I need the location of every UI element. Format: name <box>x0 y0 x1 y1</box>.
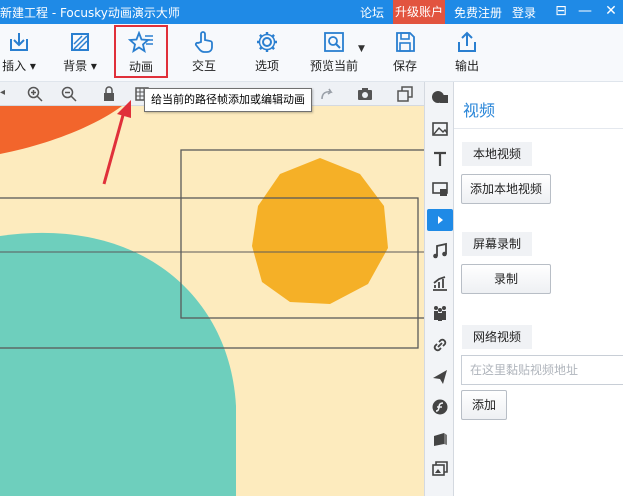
save-label: 保存 <box>392 59 417 73</box>
upgrade-account-button[interactable]: 升级账户 <box>393 0 445 24</box>
background-icon <box>71 33 89 51</box>
editing-canvas[interactable] <box>0 106 424 496</box>
options-label: 选项 <box>254 59 279 73</box>
panel-divider <box>454 128 623 129</box>
preview-dropdown-arrow-icon[interactable]: ▼ <box>358 44 365 54</box>
title-bar: 新建工程 - Focusky动画演示大师 论坛 升级账户 免费注册 登录 ⊟ —… <box>0 0 623 24</box>
video-url-input[interactable] <box>461 355 623 385</box>
insert-label: 插入 ▾ <box>2 59 36 73</box>
preview-current-button[interactable]: 预览当前 <box>303 30 365 76</box>
window-title: 新建工程 - Focusky动画演示大师 <box>0 6 180 20</box>
canvas-artwork <box>0 106 424 496</box>
save-icon <box>396 32 415 52</box>
animation-button[interactable]: 动画 <box>114 25 168 78</box>
export-icon <box>458 31 476 52</box>
flash-icon[interactable] <box>431 398 449 416</box>
forum-link[interactable]: 论坛 <box>360 4 384 21</box>
interaction-label: 交互 <box>191 59 216 73</box>
shape-icon[interactable] <box>431 88 449 106</box>
gear-icon <box>257 32 277 52</box>
music-icon[interactable] <box>431 242 449 260</box>
screen-record-section-label: 屏幕录制 <box>462 232 533 256</box>
text-icon[interactable] <box>431 150 449 168</box>
insert-button[interactable]: 插入 ▾ <box>0 30 46 76</box>
link-icon[interactable] <box>431 336 449 354</box>
slides-icon[interactable] <box>431 460 449 478</box>
zoom-out-icon[interactable] <box>60 85 78 103</box>
options-button[interactable]: 选项 <box>240 30 294 76</box>
orange-circle[interactable] <box>252 158 388 304</box>
main-toolbar: 插入 ▾ 背景 ▾ 动画 交互 选项 预览当前 ▼ 保存 输出 <box>0 24 623 82</box>
export-label: 输出 <box>454 59 479 73</box>
add-local-video-button[interactable]: 添加本地视频 <box>461 174 551 204</box>
minimize-button[interactable]: — <box>574 0 596 24</box>
web-video-section-label: 网络视频 <box>462 325 533 349</box>
record-button[interactable]: 录制 <box>461 264 551 294</box>
frame-icon[interactable] <box>431 180 449 198</box>
camera-icon[interactable] <box>356 85 374 103</box>
local-video-section-label: 本地视频 <box>462 142 533 166</box>
animation-star-icon <box>128 31 153 53</box>
scroll-left-icon[interactable]: ◂ <box>0 87 5 98</box>
video-play-icon <box>438 216 443 224</box>
annotation-arrow <box>102 100 131 185</box>
image-icon[interactable] <box>431 120 449 138</box>
export-button[interactable]: 输出 <box>440 30 494 76</box>
window-menu-button[interactable]: ⊟ <box>550 0 572 24</box>
background-label: 背景 ▾ <box>63 59 97 73</box>
preview-current-label: 预览当前 <box>309 59 358 73</box>
video-panel: 视频 本地视频 添加本地视频 屏幕录制 录制 网络视频 添加 <box>454 82 623 496</box>
add-web-video-button[interactable]: 添加 <box>461 390 507 420</box>
hand-pointer-icon <box>194 31 213 53</box>
character-icon[interactable] <box>431 304 449 322</box>
interaction-button[interactable]: 交互 <box>177 30 231 76</box>
redo-icon[interactable] <box>318 85 336 103</box>
background-button[interactable]: 背景 ▾ <box>53 30 107 76</box>
register-link[interactable]: 免费注册 <box>454 4 502 21</box>
animation-label: 动画 <box>128 60 153 74</box>
airplane-icon[interactable] <box>431 368 449 386</box>
panel-title: 视频 <box>463 101 496 120</box>
save-button[interactable]: 保存 <box>378 30 432 76</box>
teal-circle[interactable] <box>0 232 236 496</box>
chart-icon[interactable] <box>431 274 449 292</box>
copy-frame-icon[interactable] <box>396 85 414 103</box>
element-toolbox <box>424 82 454 496</box>
insert-icon <box>10 33 28 51</box>
video-tool-selected[interactable] <box>427 209 453 231</box>
close-button[interactable]: ✕ <box>600 0 622 24</box>
login-link[interactable]: 登录 <box>512 4 536 21</box>
zoom-in-icon[interactable] <box>26 85 44 103</box>
preview-icon <box>324 32 344 52</box>
layers-icon[interactable] <box>431 430 449 448</box>
animation-tooltip: 给当前的路径帧添加或编辑动画 <box>144 88 312 112</box>
